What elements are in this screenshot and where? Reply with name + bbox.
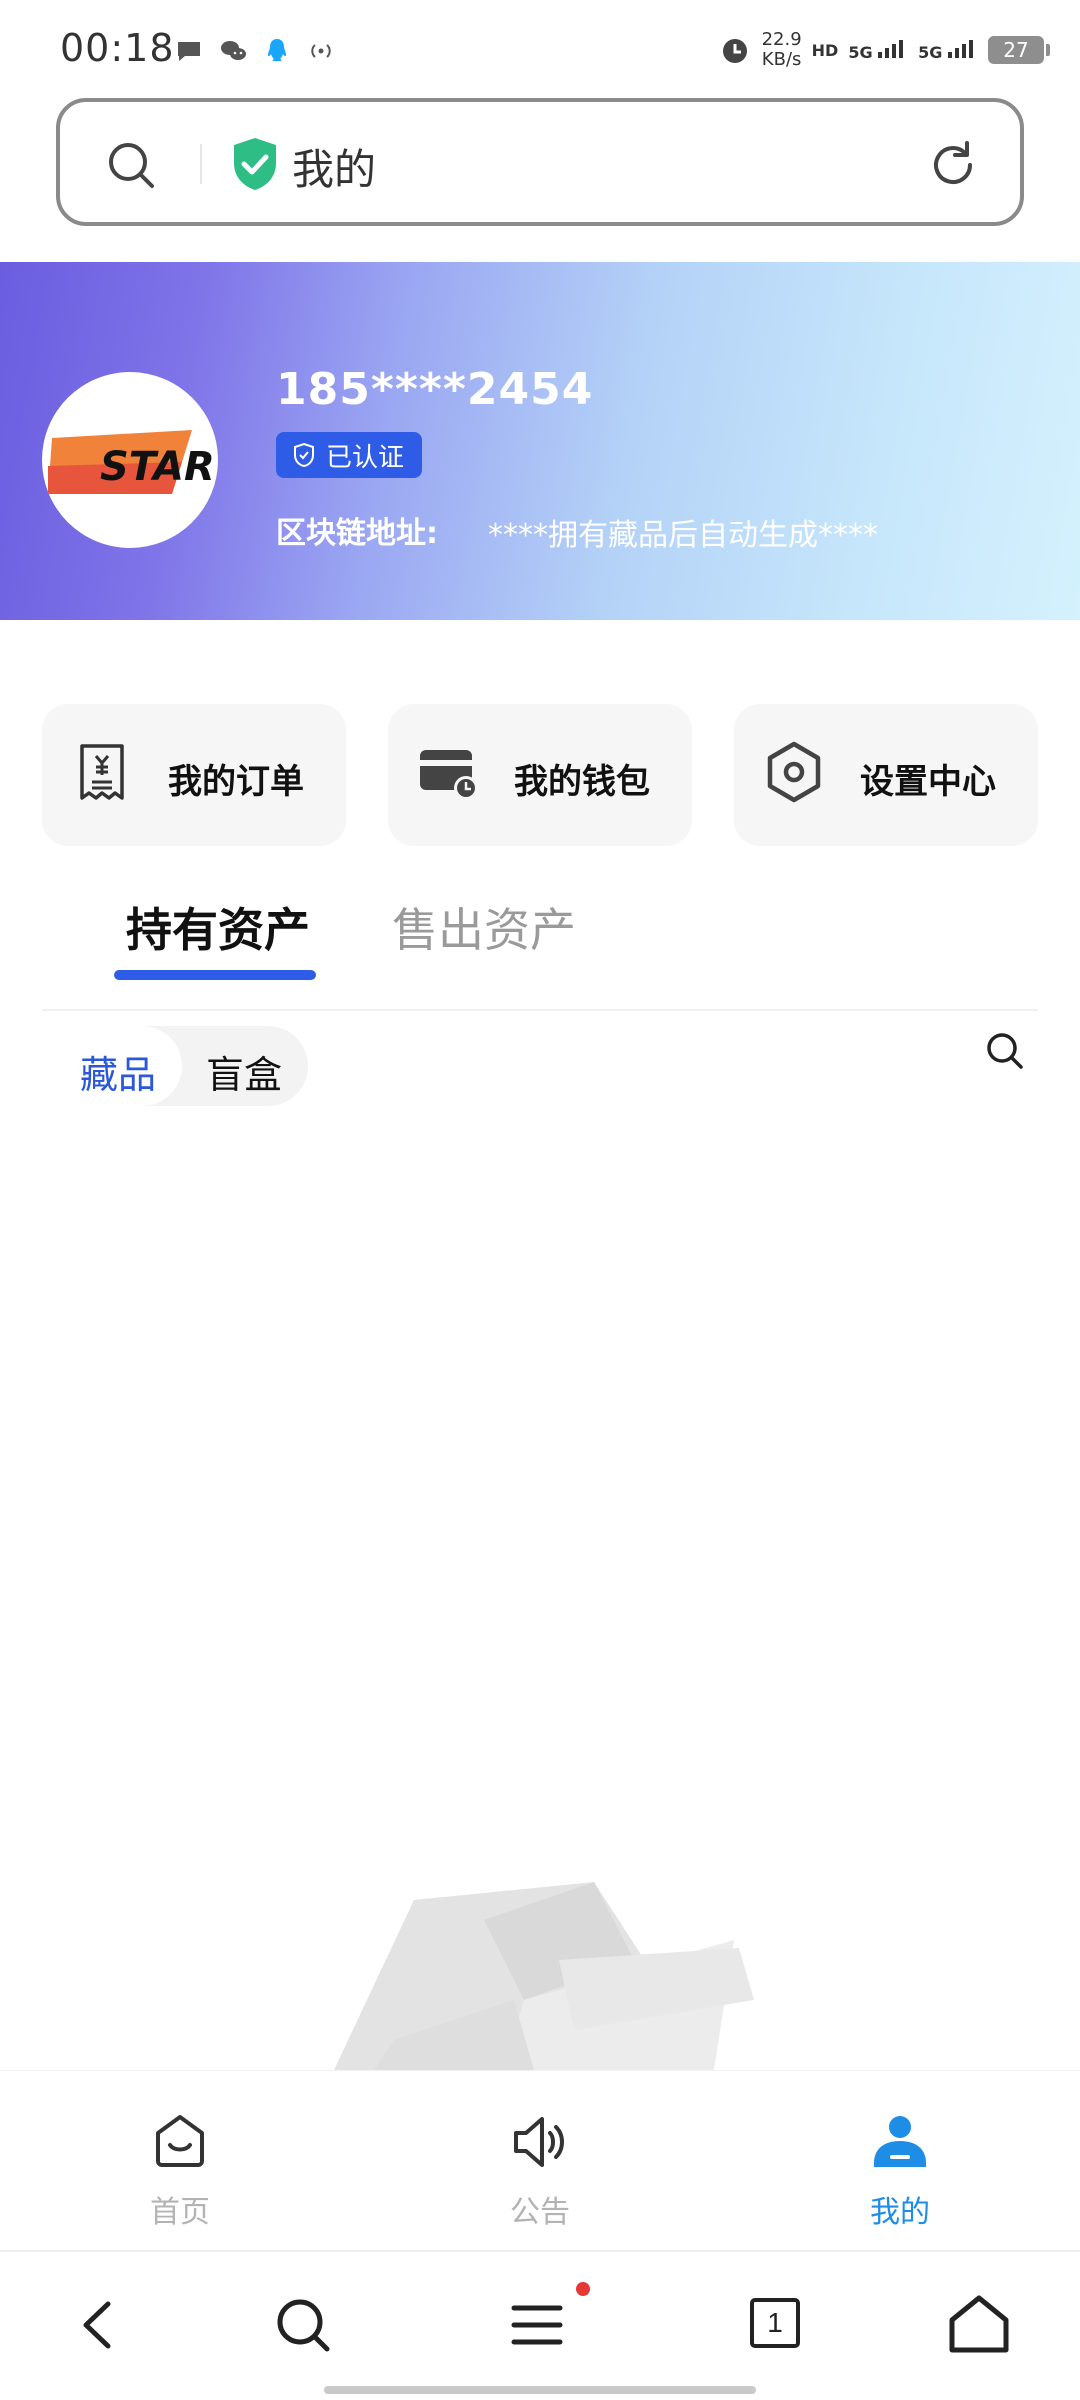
nav-announcements-label: 公告	[510, 2195, 570, 2230]
tabs-divider	[42, 1009, 1038, 1011]
hd-badge: HD	[811, 40, 839, 60]
search-icon[interactable]	[106, 140, 158, 192]
qq-icon	[268, 39, 286, 61]
system-indicators: 22.9 KB/s HD 5G 5G 27	[718, 30, 1050, 70]
verified-label: 已认证	[326, 442, 405, 473]
secure-shield-icon	[234, 138, 276, 190]
my-wallet-label: 我的钱包	[514, 762, 650, 802]
sim2-label: 5G	[918, 43, 943, 62]
browser-toolbar: 1	[0, 2250, 1080, 2400]
status-bar: 00:18 22.9 KB/s HD 5G 5G 27	[0, 0, 1080, 96]
speaker-icon	[514, 2117, 564, 2167]
wallet-icon	[420, 750, 478, 800]
signal-bars-icon	[948, 40, 973, 58]
settings-center-label: 设置中心	[860, 762, 996, 802]
active-tab-indicator	[114, 970, 316, 980]
signal-bars-icon	[878, 40, 904, 58]
sim1-label: 5G	[848, 43, 873, 62]
wechat-icon	[221, 41, 246, 60]
star-logo: STAR	[48, 430, 215, 494]
notification-icons	[174, 36, 336, 66]
address-bar[interactable]: 我的	[56, 98, 1024, 226]
browser-home-icon[interactable]	[944, 2290, 1014, 2360]
menu-notification-dot	[576, 2282, 590, 2296]
chain-address-label: 区块链地址:	[276, 516, 438, 551]
message-icon	[178, 42, 200, 61]
bottom-navigation: 首页 公告 我的	[0, 2070, 1080, 2248]
network-speed-unit: KB/s	[761, 49, 802, 70]
home-indicator[interactable]	[324, 2386, 756, 2394]
settings-icon	[767, 741, 821, 803]
signal-sim1: 5G	[848, 38, 908, 62]
avatar[interactable]: STAR	[42, 372, 218, 548]
browser-search-icon[interactable]	[268, 2290, 338, 2360]
tabs-button[interactable]: 1	[750, 2298, 820, 2368]
network-speed-value: 22.9	[761, 29, 802, 50]
nav-mine[interactable]: 我的	[800, 2071, 1000, 2249]
receipt-icon	[80, 744, 124, 800]
nav-announcements[interactable]: 公告	[440, 2071, 640, 2249]
network-speed: 22.9 KB/s	[762, 30, 802, 70]
tab-sold-assets[interactable]: 售出资产	[392, 894, 576, 960]
segment-collectibles[interactable]: 藏品	[80, 1044, 156, 1099]
page-title[interactable]: 我的	[292, 136, 376, 197]
nav-mine-label: 我的	[870, 2195, 930, 2230]
my-orders-button[interactable]: 我的订单	[42, 704, 346, 846]
asset-search-icon[interactable]	[984, 1030, 1026, 1072]
battery-indicator: 27	[988, 36, 1050, 64]
nav-home[interactable]: 首页	[80, 2071, 280, 2249]
alarm-icon	[722, 39, 747, 63]
person-icon	[874, 2116, 926, 2167]
refresh-icon[interactable]	[926, 138, 980, 192]
nav-home-label: 首页	[150, 2195, 210, 2230]
tab-held-assets[interactable]: 持有资产	[126, 894, 310, 960]
verified-badge: 已认证	[276, 432, 423, 478]
address-divider	[200, 144, 202, 184]
status-time: 00:18	[60, 26, 175, 70]
profile-header: STAR 185****2454 已认证 区块链地址: ****拥有藏品后自动生…	[0, 262, 1080, 620]
chain-address-value: ****拥有藏品后自动生成****	[488, 518, 878, 553]
settings-center-button[interactable]: 设置中心	[734, 704, 1038, 846]
logo-text: STAR	[100, 444, 215, 490]
empty-box-illustration	[334, 1882, 754, 2070]
back-icon[interactable]	[64, 2290, 134, 2360]
my-orders-label: 我的订单	[168, 762, 304, 802]
my-wallet-button[interactable]: 我的钱包	[388, 704, 692, 846]
signal-sim2: 5G	[918, 38, 978, 62]
home-icon	[156, 2115, 204, 2167]
tab-count: 1	[750, 2298, 800, 2348]
hotspot-icon	[311, 44, 331, 58]
asset-type-segment: 藏品 盲盒	[56, 1026, 308, 1106]
segment-blind-box[interactable]: 盲盒	[206, 1044, 282, 1099]
menu-icon[interactable]	[504, 2290, 574, 2360]
shield-check-icon	[294, 442, 314, 468]
user-phone: 185****2454	[276, 364, 594, 415]
